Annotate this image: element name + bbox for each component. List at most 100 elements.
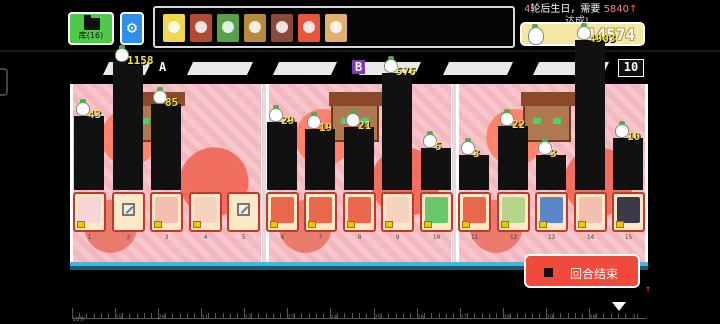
score-bar xyxy=(459,155,489,190)
timeline-minor-tick xyxy=(229,313,231,318)
timeline-tick-label: 31 xyxy=(632,314,640,321)
timeline-minor-tick xyxy=(150,313,152,318)
bar-value: 43 xyxy=(88,108,102,121)
card-tag-icon xyxy=(270,221,278,228)
divider xyxy=(0,50,720,52)
bar-value: 22 xyxy=(512,118,526,131)
timeline-tick-label: 19 xyxy=(115,314,123,321)
timeline-minor-tick xyxy=(553,313,555,318)
score-bar xyxy=(113,62,143,190)
card-slot-green-ring[interactable] xyxy=(420,192,453,232)
score-bar xyxy=(344,127,374,190)
timeline-minor-tick xyxy=(172,313,174,318)
card-index: 5 xyxy=(241,234,246,241)
timeline-tick-label: 27 xyxy=(460,314,468,321)
timeline-tick-label: 22 xyxy=(244,314,252,321)
timeline-minor-tick xyxy=(517,313,519,318)
card-slot-bunny-fox[interactable] xyxy=(150,192,183,232)
age-timeline[interactable]: 18岁 19 20 21 22 23 24 25 26 27 28 29 30 31 xyxy=(72,290,646,323)
card-slot-fire-fox[interactable] xyxy=(343,192,376,232)
inventory-bar xyxy=(153,6,515,48)
timeline-tick-label: 30 xyxy=(589,314,597,321)
bar-value: 19 xyxy=(319,121,333,134)
timeline-minor-tick xyxy=(381,313,383,318)
timeline-minor-tick xyxy=(272,313,274,318)
fire-fox-icon xyxy=(271,197,294,223)
berry-bush-item-icon[interactable] xyxy=(190,14,212,42)
timeline-tick-label: 21 xyxy=(201,314,209,321)
settings-button[interactable]: ⚙ xyxy=(120,12,144,45)
pineapple-face-item-icon[interactable] xyxy=(163,14,185,42)
card-slot-empty[interactable] xyxy=(227,192,260,232)
card-index: 2 xyxy=(126,234,131,241)
card-slot-bow[interactable] xyxy=(497,192,530,232)
bar-value: 576 xyxy=(396,65,416,78)
timeline-minor-tick xyxy=(481,313,483,318)
card-tag-icon xyxy=(616,221,624,228)
timeline-minor-tick xyxy=(438,313,440,318)
timeline-minor-tick xyxy=(624,313,626,318)
green-ring-icon xyxy=(425,197,448,223)
timeline-minor-tick xyxy=(193,313,195,318)
timeline-minor-tick xyxy=(308,313,310,318)
timeline-minor-tick xyxy=(208,313,210,318)
worm-icon xyxy=(194,197,217,223)
side-tab[interactable] xyxy=(0,68,8,96)
score-bar xyxy=(421,148,451,190)
timeline-minor-tick xyxy=(495,313,497,318)
bar-value: 3 xyxy=(473,147,480,160)
timeline-minor-tick xyxy=(402,313,404,318)
gear-icon: ⚙ xyxy=(126,18,138,38)
empty-slot-icon xyxy=(122,203,135,216)
timeline-minor-tick xyxy=(322,313,324,318)
card-slot-fire-fox[interactable] xyxy=(266,192,299,232)
timeline-minor-tick xyxy=(395,313,397,318)
timeline-minor-tick xyxy=(431,313,433,318)
green-frog-item-icon[interactable] xyxy=(217,14,239,42)
bunny-item-icon[interactable] xyxy=(325,14,347,42)
card-slot-dark-dragon[interactable] xyxy=(612,192,645,232)
timeline-minor-tick xyxy=(365,313,367,318)
timeline-minor-tick xyxy=(136,313,138,318)
score-bar xyxy=(613,138,643,190)
timeline-tick-label: 28 xyxy=(503,314,511,321)
card-slot-empty[interactable] xyxy=(112,192,145,232)
timeline-minor-tick xyxy=(315,313,317,318)
timeline-tick-label: 25 xyxy=(374,314,382,321)
timeline-minor-tick xyxy=(279,313,281,318)
timeline-minor-tick xyxy=(617,313,619,318)
bunny-icon xyxy=(78,197,101,223)
card-slot-blue-hood[interactable] xyxy=(535,192,568,232)
card-slot-fire-fox[interactable] xyxy=(304,192,337,232)
tree-item-icon[interactable] xyxy=(244,14,266,42)
timeline-minor-tick xyxy=(567,313,569,318)
timeline-minor-tick xyxy=(424,313,426,318)
timeline-minor-tick xyxy=(294,313,296,318)
card-slot-bunny-fox[interactable] xyxy=(574,192,607,232)
timeline-minor-tick xyxy=(531,313,533,318)
timeline-minor-tick xyxy=(581,313,583,318)
timeline-minor-tick xyxy=(122,313,124,318)
score-bar xyxy=(536,155,566,190)
blue-hood-icon xyxy=(540,197,563,223)
card-slot-worm[interactable] xyxy=(381,192,414,232)
empty-slot-icon xyxy=(237,203,250,216)
timeline-minor-tick xyxy=(107,313,109,318)
deck-button[interactable]: 库(16) xyxy=(68,12,114,45)
fire-fox-icon xyxy=(348,197,371,223)
card-slot-fire-fox[interactable] xyxy=(458,192,491,232)
timeline-minor-tick xyxy=(143,313,145,318)
timeline-minor-tick xyxy=(560,313,562,318)
bar-value: 5 xyxy=(435,140,442,153)
score-bar xyxy=(74,116,104,190)
card-tag-icon xyxy=(308,221,316,228)
section-a-label: A xyxy=(156,60,170,74)
fire-item-icon[interactable] xyxy=(298,14,320,42)
mushroom-item-icon[interactable] xyxy=(271,14,293,42)
card-slot-worm[interactable] xyxy=(189,192,222,232)
card-index: 14 xyxy=(586,234,595,241)
card-slot-bunny[interactable] xyxy=(73,192,106,232)
card-index: 12 xyxy=(509,234,518,241)
worm-icon xyxy=(386,197,409,223)
end-turn-button[interactable]: 回合结束 xyxy=(524,254,640,288)
